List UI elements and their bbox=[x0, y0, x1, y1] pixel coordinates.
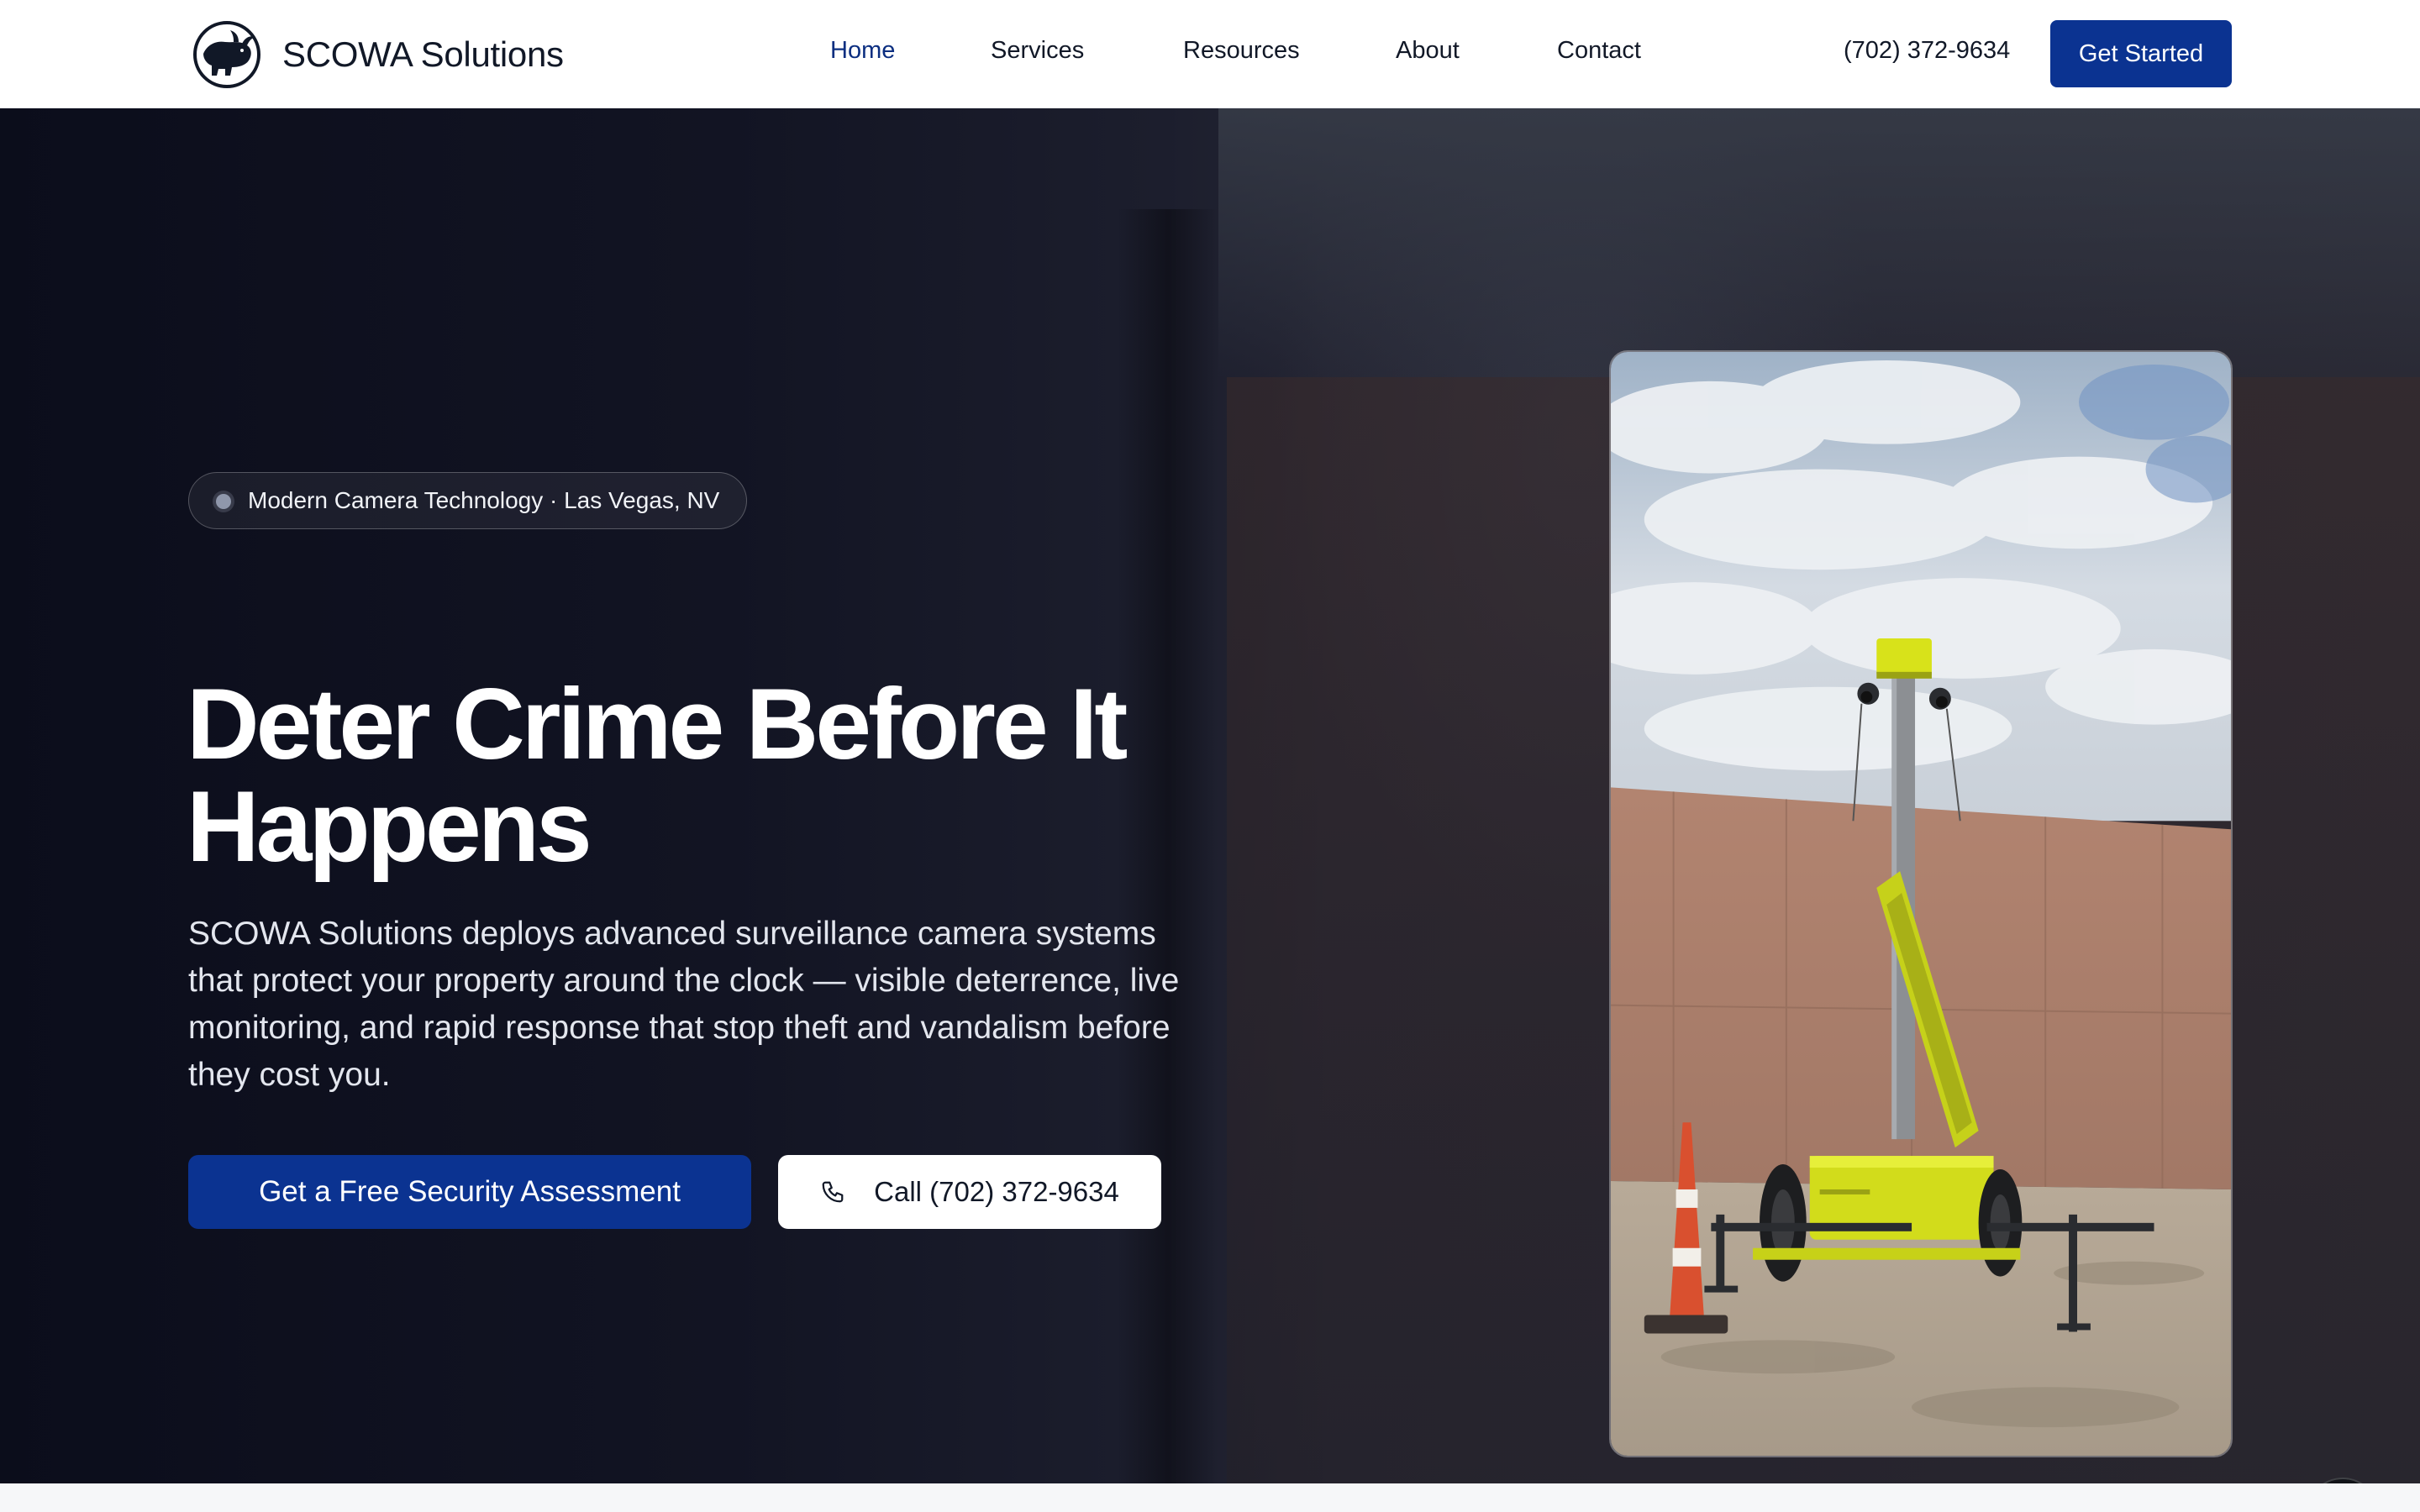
get-started-button[interactable]: Get Started bbox=[2050, 20, 2232, 87]
next-section-edge bbox=[0, 1483, 2420, 1512]
free-assessment-button[interactable]: Get a Free Security Assessment bbox=[188, 1155, 751, 1229]
nav-contact[interactable]: Contact bbox=[1557, 37, 1641, 65]
hero-title: Deter Crime Before It Happens bbox=[187, 668, 1128, 883]
badge-text: Modern Camera Technology · Las Vegas, NV bbox=[248, 487, 720, 513]
hero-description: SCOWA Solutions deploys advanced surveil… bbox=[188, 916, 1180, 1093]
brand[interactable]: SCOWA Solutions bbox=[192, 20, 564, 89]
nav-home[interactable]: Home bbox=[830, 37, 895, 65]
nav-about[interactable]: About bbox=[1396, 37, 1460, 65]
hero-section: Modern Camera Technology · Las Vegas, NV… bbox=[0, 108, 2420, 1483]
hero-background-sky bbox=[1218, 108, 2420, 377]
brand-name: SCOWA Solutions bbox=[282, 34, 564, 74]
call-button-label: Call (702) 372-9634 bbox=[874, 1176, 1119, 1207]
phone-icon bbox=[822, 1181, 844, 1203]
call-button[interactable]: Call (702) 372-9634 bbox=[778, 1155, 1161, 1229]
location-badge: Modern Camera Technology · Las Vegas, NV bbox=[188, 472, 748, 529]
nav-resources[interactable]: Resources bbox=[1183, 37, 1300, 65]
nav-services[interactable]: Services bbox=[991, 37, 1084, 65]
video-frame bbox=[1611, 352, 2231, 1456]
header-phone-link[interactable]: (702) 372-9634 bbox=[1844, 37, 2010, 65]
site-header: SCOWA Solutions Home Services Resources … bbox=[0, 0, 2420, 108]
bull-logo-icon bbox=[193, 21, 260, 88]
hero-video[interactable] bbox=[1609, 350, 2233, 1457]
status-dot-icon bbox=[216, 494, 231, 509]
